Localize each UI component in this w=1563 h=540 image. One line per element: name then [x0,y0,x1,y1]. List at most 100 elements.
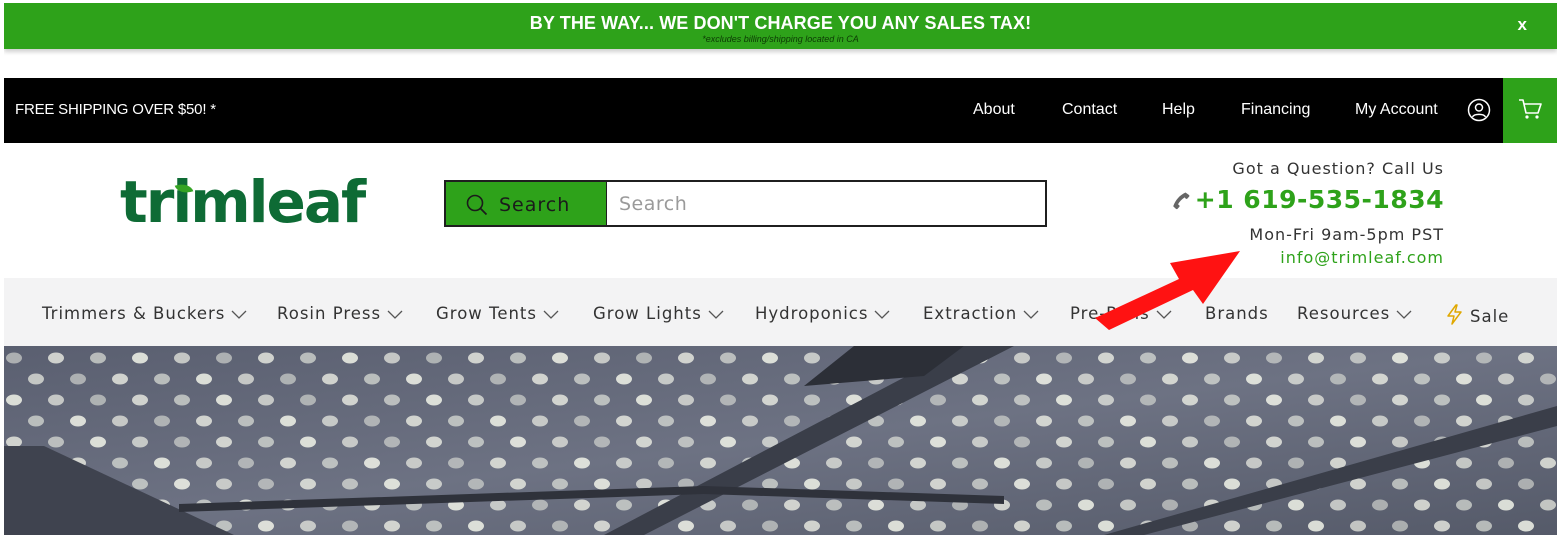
led-dot [678,520,694,532]
nav-item-trimmers-buckers[interactable]: Trimmers & Buckers [42,304,247,323]
email-link[interactable]: info@trimleaf.com [1280,248,1444,267]
nav-item-extraction[interactable]: Extraction [923,304,1039,323]
led-dot [1350,478,1366,490]
led-dot [468,520,484,532]
site-header: trimleaf Search Got a Question? Call Us … [4,143,1557,278]
led-dot [90,352,106,364]
led-dot [70,415,86,427]
led-dot [888,436,904,448]
led-dot [1308,436,1324,448]
search-button[interactable]: Search [444,180,607,227]
led-dot [510,394,526,406]
financing-link[interactable]: Financing [1241,101,1310,119]
user-circle-icon[interactable] [1467,98,1491,122]
led-dot [1414,499,1430,511]
led-dot [1266,520,1282,532]
nav-item-label: Sale [1470,307,1510,326]
led-dot [1056,394,1072,406]
led-dot [426,394,442,406]
led-dot [196,415,212,427]
led-dot [1414,373,1430,385]
led-dot [216,394,232,406]
led-dot [6,394,22,406]
about-link[interactable]: About [973,101,1015,119]
led-dot [1098,352,1114,364]
led-dot [1266,352,1282,364]
nav-item-hydroponics[interactable]: Hydroponics [755,304,890,323]
led-dot [1392,394,1408,406]
led-dot [1476,478,1492,490]
led-dot [1140,394,1156,406]
led-dot [364,415,380,427]
led-dot [1540,457,1556,469]
chevron-down-icon [708,310,724,319]
nav-item-grow-tents[interactable]: Grow Tents [436,304,559,323]
contact-link[interactable]: Contact [1062,101,1117,119]
led-dot [910,457,926,469]
nav-item-sale[interactable]: Sale [1446,304,1509,326]
led-dot [1498,373,1514,385]
led-dot [930,520,946,532]
free-shipping-text: FREE SHIPPING OVER $50! * [15,101,216,118]
chevron-down-icon [387,310,403,319]
led-dot [1204,373,1220,385]
led-dot [1392,478,1408,490]
led-dot [1434,520,1450,532]
search-input[interactable] [606,180,1047,227]
led-dot [1014,394,1030,406]
led-dot [742,415,758,427]
led-dot [510,478,526,490]
led-dot [1182,436,1198,448]
led-dot [1540,373,1556,385]
promo-close-button[interactable]: x [1518,15,1527,35]
led-dot [552,478,568,490]
nav-item-resources[interactable]: Resources [1297,304,1412,323]
my-account-link[interactable]: My Account [1355,101,1438,119]
led-dot [762,352,778,364]
led-dot [1140,478,1156,490]
led-dot [448,373,464,385]
led-dot [532,373,548,385]
led-dot [1456,457,1472,469]
led-dot [910,415,926,427]
led-dot [322,373,338,385]
cart-button[interactable] [1503,78,1557,143]
led-dot [196,373,212,385]
led-dot [1350,436,1366,448]
nav-item-label: Trimmers & Buckers [42,304,226,323]
phone-number[interactable]: +1 619-535-1834 [1171,185,1444,214]
utility-bar: FREE SHIPPING OVER $50! * About Contact … [4,78,1557,143]
help-link[interactable]: Help [1162,101,1195,119]
led-dot [1330,499,1346,511]
led-dot [1078,373,1094,385]
led-dot [1014,478,1030,490]
led-dot [616,373,632,385]
led-dot [616,415,632,427]
led-dot [490,457,506,469]
led-dot [1266,394,1282,406]
nav-item-rosin-press[interactable]: Rosin Press [277,304,403,323]
led-dot [846,436,862,448]
led-dot [174,436,190,448]
led-dot [132,478,148,490]
led-dot [510,436,526,448]
led-dot [174,478,190,490]
led-dot [1476,352,1492,364]
trimleaf-logo[interactable]: trimleaf [120,173,366,231]
led-dot [720,352,736,364]
led-dot [1246,457,1262,469]
led-dot [678,394,694,406]
led-dot [1288,499,1304,511]
promo-banner: BY THE WAY... WE DON'T CHARGE YOU ANY SA… [4,3,1557,49]
led-dot [1392,436,1408,448]
led-dot [1056,352,1072,364]
promo-subtitle: *excludes billing/shipping located in CA [702,34,859,44]
nav-item-grow-lights[interactable]: Grow Lights [593,304,724,323]
led-dot [258,394,274,406]
led-dot [1014,352,1030,364]
phone-icon [1172,192,1190,210]
led-dot [1182,352,1198,364]
hero-banner-image [4,346,1557,535]
led-dot [594,352,610,364]
led-dot [700,415,716,427]
